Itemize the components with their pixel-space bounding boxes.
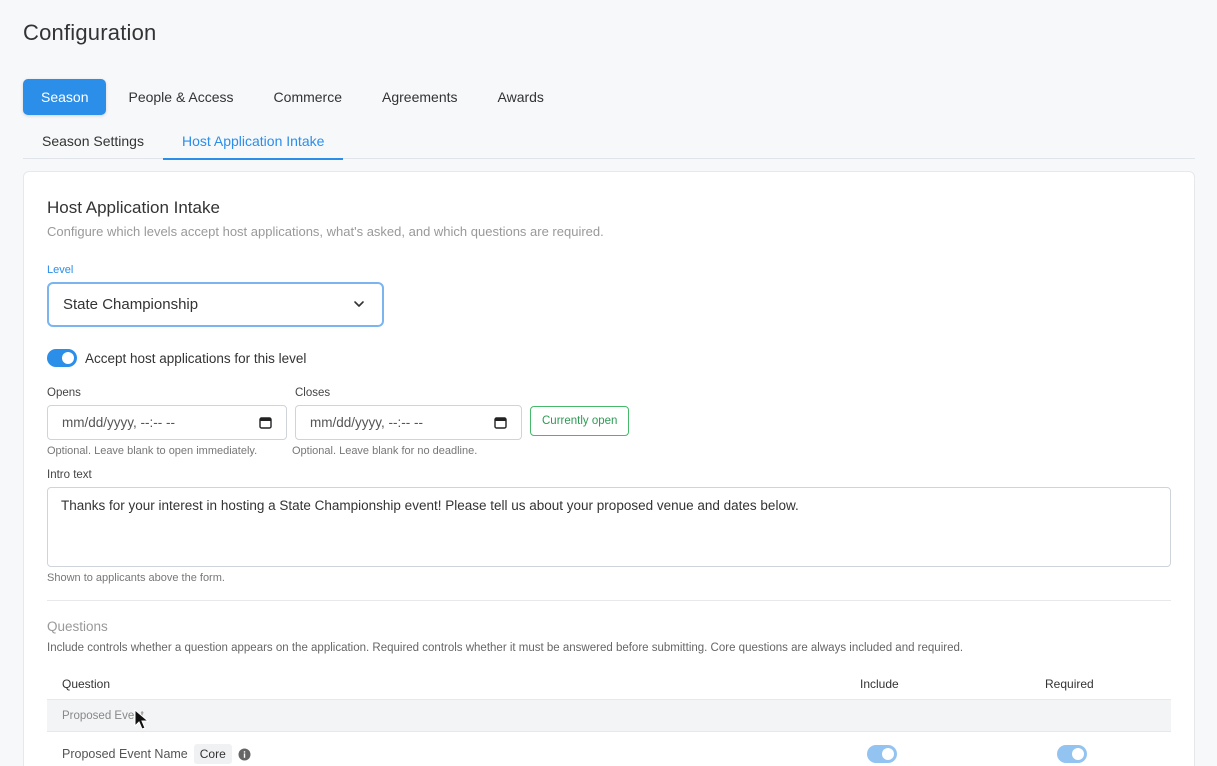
closes-placeholder: mm/dd/yyyy, --:-- -- [310, 415, 423, 430]
opens-placeholder: mm/dd/yyyy, --:-- -- [62, 415, 175, 430]
mouse-cursor-icon [134, 709, 150, 730]
page-title: Configuration [23, 20, 157, 45]
calendar-icon[interactable] [259, 416, 272, 429]
questions-title: Questions [47, 619, 108, 634]
card-description: Configure which levels accept host appli… [47, 224, 604, 239]
chevron-down-icon [354, 301, 364, 307]
tab-season[interactable]: Season [23, 79, 107, 115]
subtab-season-settings[interactable]: Season Settings [23, 122, 163, 159]
main-tabs: Season People & Access Commerce Agreemen… [23, 79, 566, 115]
intro-hint: Shown to applicants above the form. [47, 572, 225, 584]
column-question: Question [62, 676, 111, 691]
opens-label: Opens [47, 387, 81, 399]
opens-input[interactable]: mm/dd/yyyy, --:-- -- [47, 405, 287, 440]
column-include: Include [860, 676, 899, 691]
level-select-value: State Championship [63, 296, 199, 313]
closes-label: Closes [295, 387, 331, 399]
tab-awards[interactable]: Awards [480, 79, 562, 115]
opens-hint: Optional. Leave blank to open immediatel… [47, 445, 258, 457]
intro-text-label: Intro text [47, 469, 92, 481]
tab-people-access[interactable]: People & Access [110, 79, 251, 115]
question-name: Proposed Event Name [62, 747, 188, 761]
required-toggle[interactable] [1057, 745, 1087, 763]
accept-applications-toggle[interactable] [47, 349, 77, 367]
calendar-icon[interactable] [494, 416, 507, 429]
card-title: Host Application Intake [47, 198, 220, 217]
tab-commerce[interactable]: Commerce [256, 79, 360, 115]
accept-applications-row: Accept host applications for this level [47, 349, 306, 367]
group-row: Proposed Event [47, 700, 1171, 732]
accept-applications-label: Accept host applications for this level [85, 350, 307, 366]
intake-card: Host Application Intake Configure which … [23, 171, 1195, 766]
subtab-host-application-intake[interactable]: Host Application Intake [162, 122, 344, 160]
intro-textarea[interactable]: Thanks for your interest in hosting a St… [47, 487, 1171, 567]
table-row: Proposed Event Name Core [47, 732, 1171, 766]
questions-table: Question Include Required Proposed Event… [47, 668, 1171, 766]
table-header: Question Include Required [47, 668, 1171, 700]
level-select[interactable]: State Championship [47, 282, 384, 327]
level-label: Level [47, 264, 74, 276]
column-required: Required [1045, 676, 1094, 691]
closes-input[interactable]: mm/dd/yyyy, --:-- -- [295, 405, 522, 440]
questions-description: Include controls whether a question appe… [47, 642, 964, 654]
core-badge: Core [193, 744, 232, 764]
section-divider [47, 600, 1171, 601]
info-icon[interactable] [238, 748, 251, 761]
sub-tabs: Season Settings Host Application Intake [23, 122, 1195, 160]
tab-agreements[interactable]: Agreements [364, 79, 475, 115]
closes-hint: Optional. Leave blank for no deadline. [292, 445, 478, 457]
status-badge: Currently open [530, 406, 630, 436]
include-toggle[interactable] [867, 745, 897, 763]
